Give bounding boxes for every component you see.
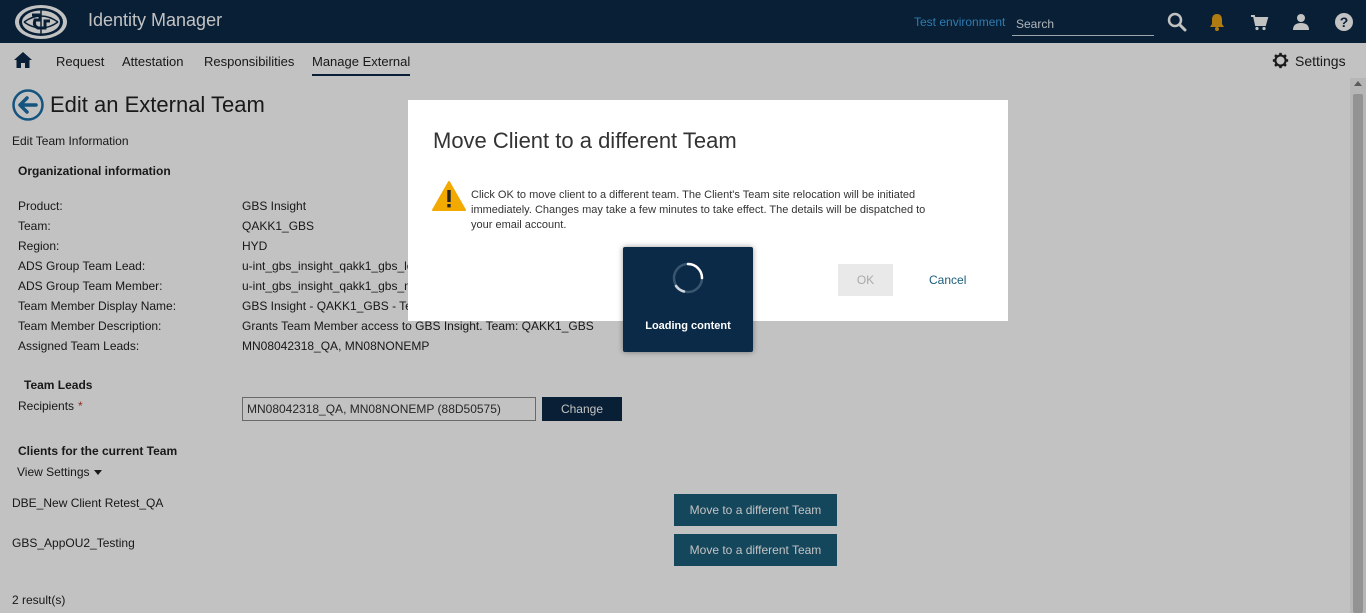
cancel-button[interactable]: Cancel: [929, 273, 966, 287]
loading-text: Loading content: [645, 320, 731, 332]
loading-indicator: Loading content: [623, 247, 753, 352]
warning-icon: [432, 181, 466, 211]
dialog-message: Click OK to move client to a different t…: [471, 189, 926, 231]
spinner-icon: [672, 262, 704, 294]
ok-button[interactable]: OK: [838, 264, 893, 296]
dialog-title: Move Client to a different Team: [433, 128, 737, 153]
